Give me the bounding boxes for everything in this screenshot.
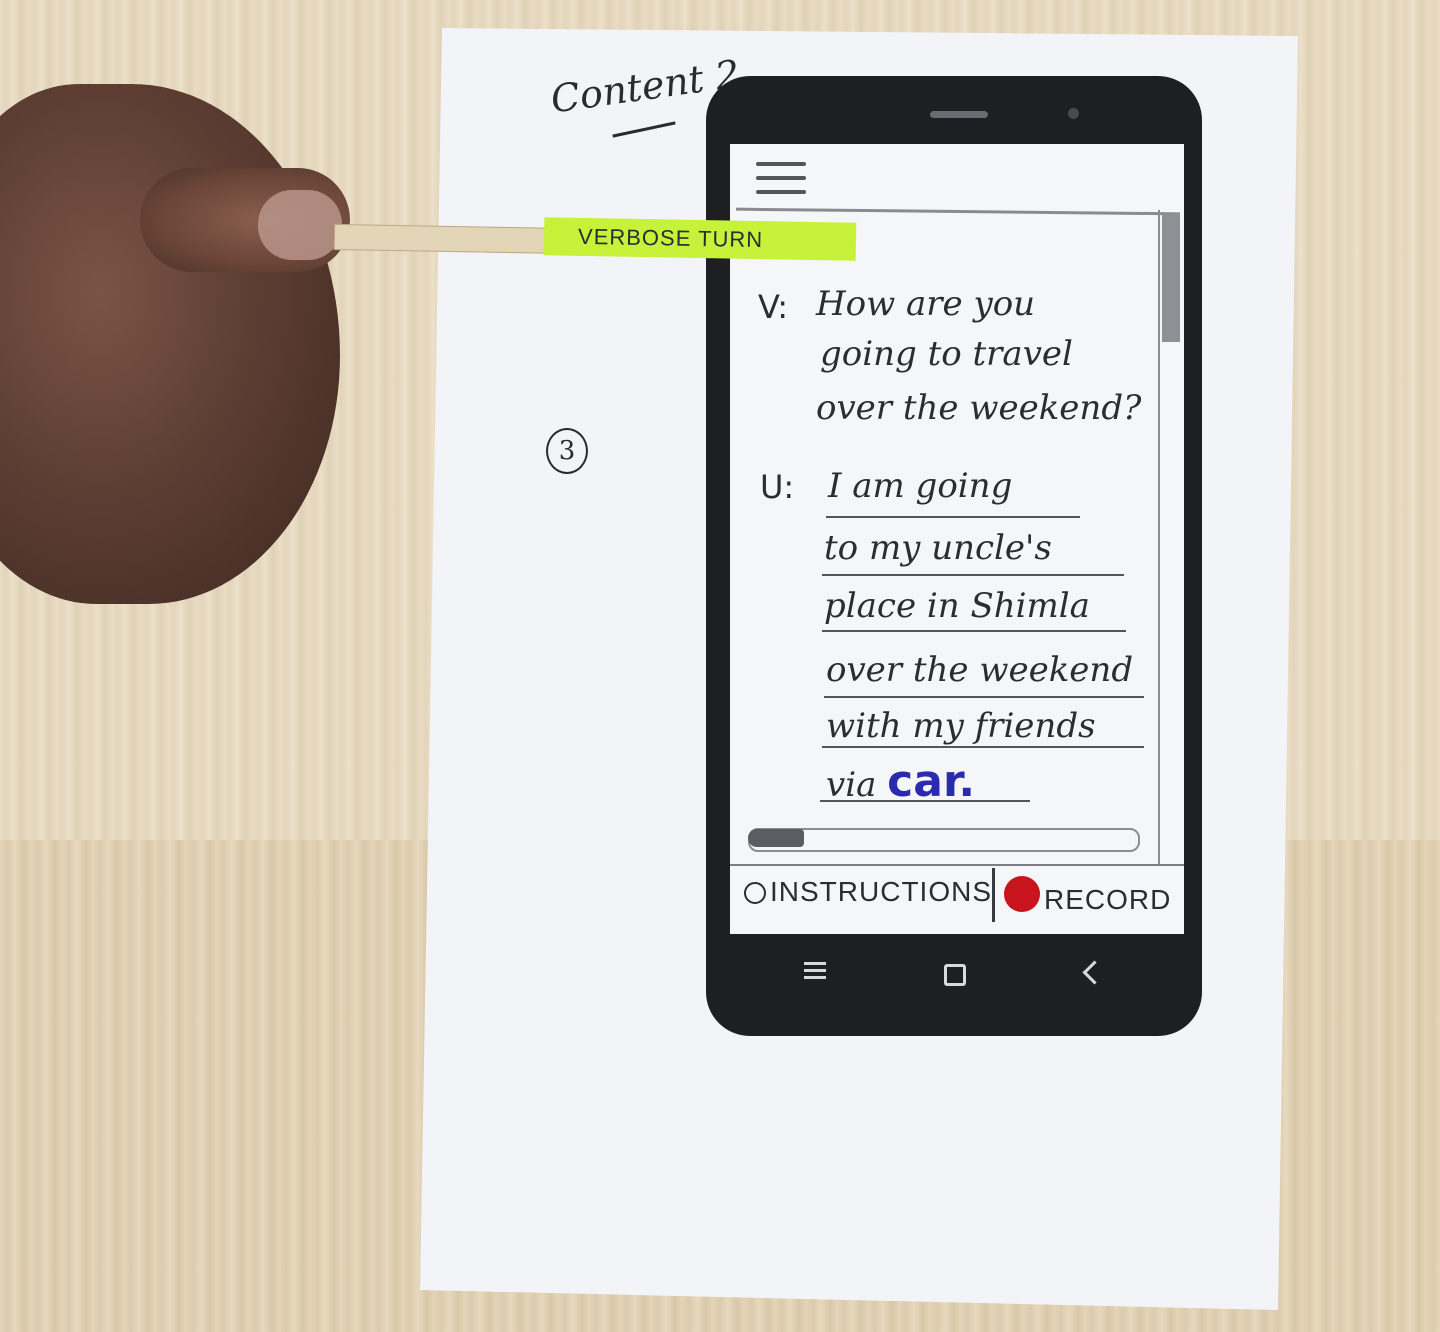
user-line: I am going (828, 466, 1013, 506)
user-line: place in Shimla (824, 586, 1090, 626)
verbose-turn-sticky-note: VERBOSE TURN (543, 217, 857, 261)
nav-menu-line (804, 976, 826, 979)
voice-speaker-tag: V: (758, 288, 789, 326)
speaker-grill (930, 111, 988, 118)
hand (0, 84, 340, 604)
bottom-bar-divider (992, 868, 995, 922)
record-dot-icon[interactable] (1004, 876, 1040, 912)
menu-line (756, 162, 806, 166)
horizontal-scrollbar[interactable] (748, 828, 1140, 852)
vertical-scrollbar-thumb[interactable] (1162, 214, 1180, 342)
user-line: over the weekend (826, 650, 1134, 690)
voice-line: going to travel (820, 334, 1073, 374)
nav-menu-line (804, 969, 826, 972)
menu-line (756, 176, 806, 180)
user-line-underline (822, 574, 1124, 576)
hamburger-menu-icon[interactable] (754, 158, 812, 202)
user-line-underline (824, 696, 1144, 698)
info-icon (744, 882, 766, 904)
page-number: 3 (546, 428, 588, 474)
nav-home-icon[interactable] (944, 964, 966, 986)
user-line-underline (822, 746, 1144, 748)
user-last-prefix: via (826, 765, 877, 805)
horizontal-scrollbar-thumb[interactable] (748, 829, 804, 847)
user-line-underline (822, 630, 1126, 632)
user-line-underline (826, 516, 1080, 518)
thumbnail-nail (258, 190, 342, 260)
user-speaker-tag: U: (760, 468, 795, 506)
voice-line: How are you (816, 284, 1036, 324)
user-line: to my uncle's (824, 528, 1052, 568)
nav-menu-line (804, 962, 826, 965)
instructions-button[interactable]: INSTRUCTIONS (770, 876, 992, 908)
user-line: with my friends (826, 706, 1096, 746)
record-button[interactable]: RECORD (1044, 884, 1171, 916)
front-camera (1068, 108, 1079, 119)
voice-line: over the weekend? (816, 388, 1142, 428)
menu-line (756, 190, 806, 194)
user-line-underline (820, 800, 1030, 802)
wooden-stick (333, 223, 569, 255)
nav-menu-icon[interactable] (804, 960, 826, 982)
